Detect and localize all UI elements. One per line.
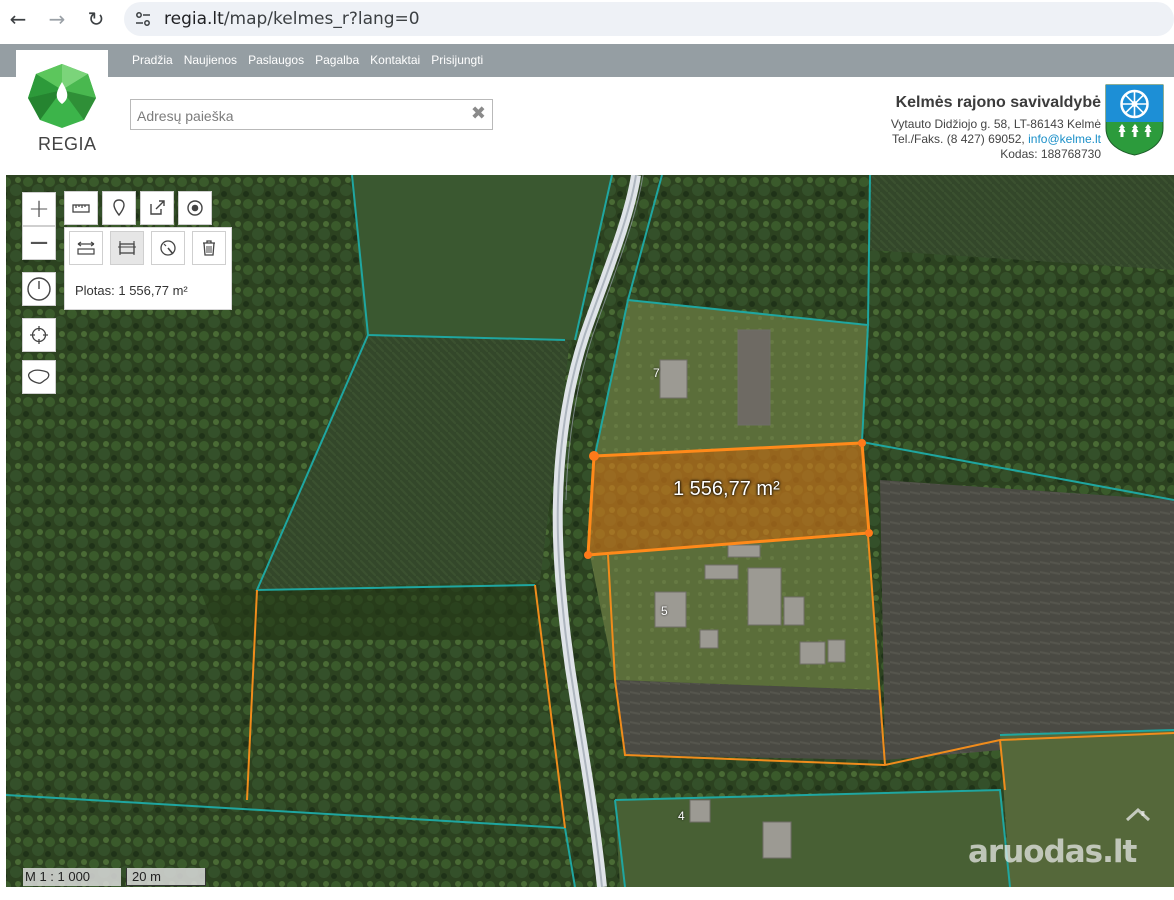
crosshair-icon <box>30 326 48 344</box>
municipality-name: Kelmės rajono savivaldybė <box>895 94 1101 111</box>
menu-item-kontaktai[interactable]: Kontaktai <box>370 53 420 67</box>
house-number-label: 5 <box>661 604 668 618</box>
municipality-address: Vytauto Didžiojo g. 58, LT-86143 Kelmė <box>890 117 1101 131</box>
municipality-email-link[interactable]: info@kelme.lt <box>1028 132 1101 146</box>
watermark: aruodas.lt <box>968 834 1137 870</box>
municipality-info: Kelmės rajono savivaldybė Vytauto Didžio… <box>891 94 1101 162</box>
menu-item-paslaugos[interactable]: Paslaugos <box>248 53 304 67</box>
menu-item-pagalba[interactable]: Pagalba <box>315 53 359 67</box>
house-number-label: 4 <box>678 809 685 823</box>
address-search: ✖ <box>130 99 493 130</box>
map-pin-icon <box>113 199 125 217</box>
export-tool-tab[interactable] <box>140 191 174 225</box>
arrow-right-icon[interactable]: → <box>45 7 69 31</box>
municipality-code: Kodas: 188768730 <box>1000 147 1101 161</box>
arrow-left-icon[interactable]: ← <box>6 7 30 31</box>
time-history-button[interactable] <box>22 272 56 306</box>
locate-button[interactable] <box>22 318 56 352</box>
ruler-icon <box>72 204 90 213</box>
address-search-input[interactable] <box>135 105 469 127</box>
measure-radius-button[interactable] <box>151 231 185 265</box>
region-select-button[interactable] <box>22 360 56 394</box>
logo-text: REGIA <box>38 134 97 154</box>
watermark-house-icon <box>1125 807 1151 822</box>
measure-area-button[interactable] <box>110 231 144 265</box>
scale-ratio: M 1 : 1 000 <box>23 868 121 886</box>
point-tool-tab[interactable] <box>178 191 212 225</box>
export-icon <box>150 200 165 215</box>
scale-bar: 20 m <box>126 868 206 886</box>
url-text[interactable]: regia.lt/map/kelmes_r?lang=0 <box>164 9 420 29</box>
site-settings-icon[interactable] <box>134 10 152 28</box>
zoom-out-button[interactable]: − <box>22 226 56 260</box>
trash-icon <box>203 240 215 256</box>
zoom-in-button[interactable]: + <box>22 192 56 226</box>
browser-toolbar: ← → ↻ regia.lt/map/kelmes_r?lang=0 <box>0 0 1174 40</box>
menu-item-naujienos[interactable]: Naujienos <box>184 53 237 67</box>
target-point-icon <box>187 200 203 216</box>
radius-icon <box>160 240 176 256</box>
clock-icon <box>27 277 51 301</box>
measure-distance-icon <box>77 241 95 255</box>
marker-tool-tab[interactable] <box>102 191 136 225</box>
page-footer-strip <box>0 887 1174 900</box>
measured-area-label: 1 556,77 m² <box>673 478 780 500</box>
reload-icon[interactable]: ↻ <box>84 7 108 31</box>
address-bar[interactable]: regia.lt/map/kelmes_r?lang=0 <box>124 2 1174 36</box>
main-menu: Pradžia Naujienos Paslaugos Pagalba Kont… <box>132 53 483 67</box>
measure-distance-button[interactable] <box>69 231 103 265</box>
menu-item-pradzia[interactable]: Pradžia <box>132 53 173 67</box>
clear-icon[interactable]: ✖ <box>471 103 486 124</box>
delete-measure-button[interactable] <box>192 231 226 265</box>
menu-item-prisijungti[interactable]: Prisijungti <box>431 53 483 67</box>
measured-area-result: Plotas: 1 556,77 m² <box>75 283 188 298</box>
municipality-crest-icon[interactable] <box>1105 84 1164 156</box>
region-outline-icon <box>27 369 50 384</box>
measure-tool-tab[interactable] <box>64 191 98 225</box>
municipality-contacts: Tel./Faks. (8 427) 69052, info@kelme.lt <box>892 132 1101 146</box>
house-number-label: 7 <box>653 366 660 380</box>
measure-area-icon <box>118 241 136 255</box>
